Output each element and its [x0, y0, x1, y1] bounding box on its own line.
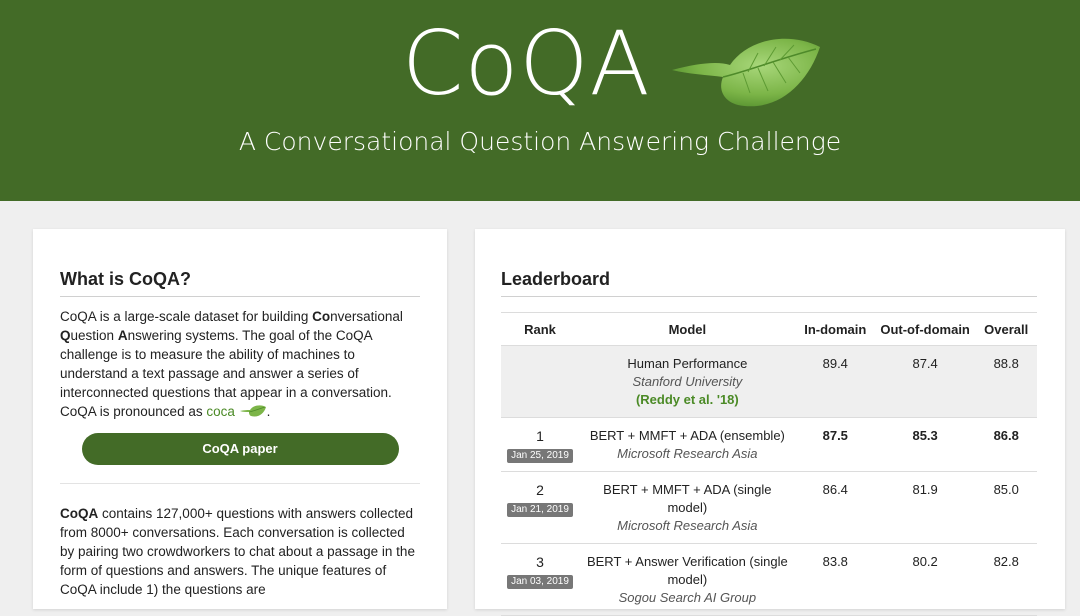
coca-link[interactable]: coca	[206, 404, 235, 419]
rank-cell: 1 Jan 25, 2019	[501, 417, 579, 472]
site-header: CoQA A Conversational Question Answering…	[0, 0, 1080, 201]
overall-score: 85.0	[975, 471, 1037, 544]
model-cell: Human Performance Stanford University (R…	[578, 345, 796, 418]
institution: Microsoft Research Asia	[617, 446, 758, 461]
bold-letter: Co	[312, 309, 331, 324]
about-paragraph-2-text: contains 127,000+ questions with answers…	[60, 506, 415, 597]
column-header-in-domain[interactable]: In-domain	[795, 312, 875, 346]
leaderboard-heading: Leaderboard	[501, 269, 1037, 297]
overall-score: 82.8	[975, 543, 1037, 616]
text-segment: uestion	[70, 328, 118, 343]
in-domain-score: 86.4	[795, 471, 875, 544]
column-header-overall[interactable]: Overall	[975, 312, 1037, 346]
model-cell: BERT + MMFT + ADA (single model) Microso…	[578, 471, 796, 544]
column-header-model[interactable]: Model	[578, 312, 796, 346]
site-title: CoQA	[402, 12, 651, 115]
text-segment: nversational	[330, 309, 403, 324]
model-cell: BERT + MMFT + ADA (ensemble) Microsoft R…	[578, 417, 796, 472]
table-row: 2 Jan 21, 2019 BERT + MMFT + ADA (single…	[501, 471, 1037, 544]
divider	[60, 483, 420, 484]
institution: Stanford University	[632, 374, 743, 389]
column-header-out-of-domain[interactable]: Out-of-domain	[874, 312, 976, 346]
in-domain-score: 87.5	[795, 417, 875, 472]
overall-score: 88.8	[975, 345, 1037, 418]
about-card: What is CoQA? CoQA is a large-scale data…	[33, 229, 447, 609]
about-heading: What is CoQA?	[60, 269, 420, 297]
model-cell: BERT + Answer Verification (single model…	[578, 543, 796, 616]
in-domain-score: 89.4	[795, 345, 875, 418]
out-of-domain-score: 81.9	[874, 471, 976, 544]
table-header-row: Rank Model In-domain Out-of-domain Overa…	[501, 312, 1037, 346]
rank-number: 2	[536, 482, 544, 498]
table-row: 3 Jan 03, 2019 BERT + Answer Verificatio…	[501, 543, 1037, 616]
date-badge: Jan 21, 2019	[507, 503, 573, 517]
model-name: Human Performance	[627, 356, 748, 371]
human-performance-row: Human Performance Stanford University (R…	[501, 345, 1037, 418]
about-paragraph: CoQA is a large-scale dataset for buildi…	[60, 307, 420, 421]
model-name: BERT + Answer Verification (single model…	[586, 554, 788, 587]
institution: Microsoft Research Asia	[617, 518, 758, 533]
rank-cell	[501, 345, 579, 418]
text-segment: CoQA is a large-scale dataset for buildi…	[60, 309, 313, 324]
rank-number: 3	[536, 554, 544, 570]
coqa-bold: CoQA	[60, 506, 99, 521]
date-badge: Jan 25, 2019	[507, 449, 573, 463]
model-name: BERT + MMFT + ADA (ensemble)	[589, 428, 785, 443]
in-domain-score: 83.8	[795, 543, 875, 616]
out-of-domain-score: 87.4	[874, 345, 976, 418]
out-of-domain-score: 85.3	[874, 417, 976, 472]
site-subtitle: A Conversational Question Answering Chal…	[238, 127, 842, 156]
rank-cell: 2 Jan 21, 2019	[501, 471, 579, 544]
period: .	[266, 404, 271, 419]
bold-letter: A	[117, 328, 128, 343]
column-header-rank[interactable]: Rank	[501, 312, 579, 346]
coqa-paper-button[interactable]: CoQA paper	[81, 433, 399, 465]
reference-link[interactable]: (Reddy et al. '18)	[583, 391, 792, 409]
rank-cell: 3 Jan 03, 2019	[501, 543, 579, 616]
institution: Sogou Search AI Group	[618, 590, 757, 605]
bold-letter: Q	[60, 328, 71, 343]
overall-score: 86.8	[975, 417, 1037, 472]
about-paragraph-2: CoQA contains 127,000+ questions with an…	[60, 504, 420, 599]
model-name: BERT + MMFT + ADA (single model)	[603, 482, 772, 515]
mini-leaf-icon	[239, 405, 266, 417]
leaf-logo-icon	[672, 38, 820, 107]
leaderboard-table: Rank Model In-domain Out-of-domain Overa…	[501, 312, 1037, 616]
table-row: 1 Jan 25, 2019 BERT + MMFT + ADA (ensemb…	[501, 417, 1037, 472]
date-badge: Jan 03, 2019	[507, 575, 573, 589]
rank-number: 1	[536, 428, 544, 444]
out-of-domain-score: 80.2	[874, 543, 976, 616]
about-paragraph-text: CoQA is a large-scale dataset for buildi…	[60, 309, 403, 419]
leaderboard-card: Leaderboard Rank Model In-domain Out-of-…	[475, 229, 1065, 616]
